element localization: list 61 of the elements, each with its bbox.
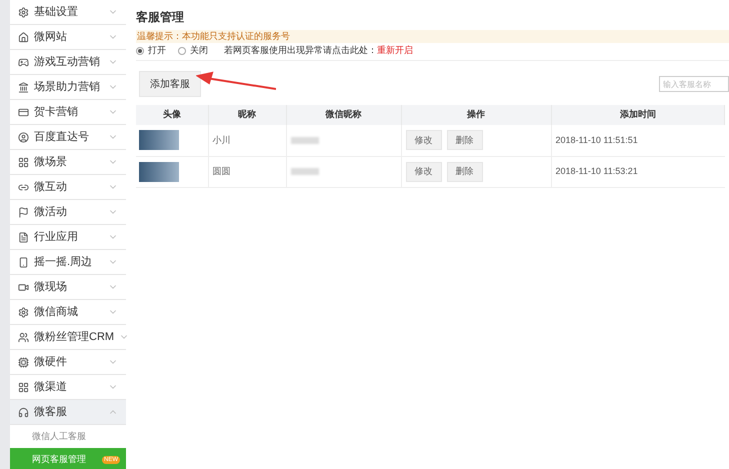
gear-icon — [18, 306, 29, 318]
add-button[interactable]: 添加客服 — [139, 71, 201, 97]
column-header: 昵称 — [208, 105, 286, 125]
column-header: 操作 — [401, 105, 551, 125]
phone-icon — [18, 256, 29, 268]
blurred-text — [290, 168, 318, 175]
sidebar-item[interactable]: 微信商城 — [10, 300, 126, 325]
column-header: 头像 — [136, 105, 208, 125]
table-cell: 2018-11-10 11:51:51 — [551, 125, 724, 156]
sidebar-item[interactable]: 百度直达号 — [10, 125, 126, 150]
sidebar-item[interactable]: 微场景 — [10, 150, 126, 175]
sidebar-item[interactable]: 微现场 — [10, 275, 126, 300]
flag-icon — [18, 206, 29, 218]
sidebar-item[interactable]: 摇一摇.周边 — [10, 250, 126, 275]
radio-option[interactable]: 关闭 — [178, 44, 208, 58]
sidebar-item[interactable]: 微粉丝管理CRM — [10, 325, 126, 350]
column-header: 添加时间 — [551, 105, 724, 125]
headset-icon — [18, 406, 29, 418]
sidebar-item[interactable]: 基础设置 — [10, 0, 126, 25]
reset-link[interactable]: 重新开启 — [377, 44, 413, 55]
sidebar-item[interactable]: 行业应用 — [10, 225, 126, 250]
gamepad-icon — [18, 56, 29, 68]
sidebar-item[interactable]: 场景助力营销 — [10, 75, 126, 100]
photo-placeholder — [139, 130, 179, 150]
sidebar-item[interactable]: 微客服 — [10, 400, 126, 425]
bank-icon — [18, 82, 29, 92]
grid-icon — [18, 156, 29, 168]
search-field[interactable]: 输入客服名称 — [659, 76, 729, 92]
video-camera-icon — [18, 282, 29, 292]
delete-button[interactable]: 删除 — [446, 162, 482, 182]
sidebar-item[interactable]: 微互动 — [10, 175, 126, 200]
notice-bar: 温馨提示：本功能只支持认证的服务号 — [136, 30, 729, 43]
sidebar-item[interactable]: 贺卡营销 — [10, 100, 126, 125]
users-icon — [18, 332, 29, 342]
edit-button[interactable]: 修改 — [406, 162, 442, 182]
column-header: 微信昵称 — [286, 105, 401, 125]
submenu-item[interactable]: 微信人工客服 — [10, 425, 126, 448]
photo-placeholder — [139, 162, 179, 182]
chip-icon — [18, 356, 29, 368]
sidebar-item[interactable]: 微渠道 — [10, 375, 126, 400]
table-cell: 2018-11-10 11:53:21 — [551, 156, 724, 187]
document-icon — [18, 232, 29, 242]
blurred-text — [290, 136, 318, 144]
radio-option[interactable]: 打开 — [136, 44, 166, 58]
card-icon — [18, 106, 29, 118]
user-circle-icon — [18, 132, 29, 142]
delete-button[interactable]: 删除 — [446, 130, 482, 150]
table-cell: 圆圆 — [208, 156, 286, 187]
grid-icon — [18, 382, 29, 392]
table-cell: 小川 — [208, 125, 286, 156]
radio-button[interactable] — [178, 46, 186, 54]
reset-hint: 若网页客服使用出现异常请点击此处：重新开启 — [224, 44, 413, 57]
sidebar-item[interactable]: 微活动 — [10, 200, 126, 225]
house-icon — [18, 32, 29, 42]
sidebar-item[interactable]: 微硬件 — [10, 350, 126, 375]
radio-button[interactable] — [136, 46, 144, 54]
gear-icon — [18, 6, 29, 18]
page-title: 客服管理 — [136, 9, 185, 26]
edit-button[interactable]: 修改 — [406, 130, 442, 150]
sidebar-item[interactable]: 微网站 — [10, 25, 126, 50]
sidebar-item[interactable]: 游戏互动营销 — [10, 50, 126, 75]
